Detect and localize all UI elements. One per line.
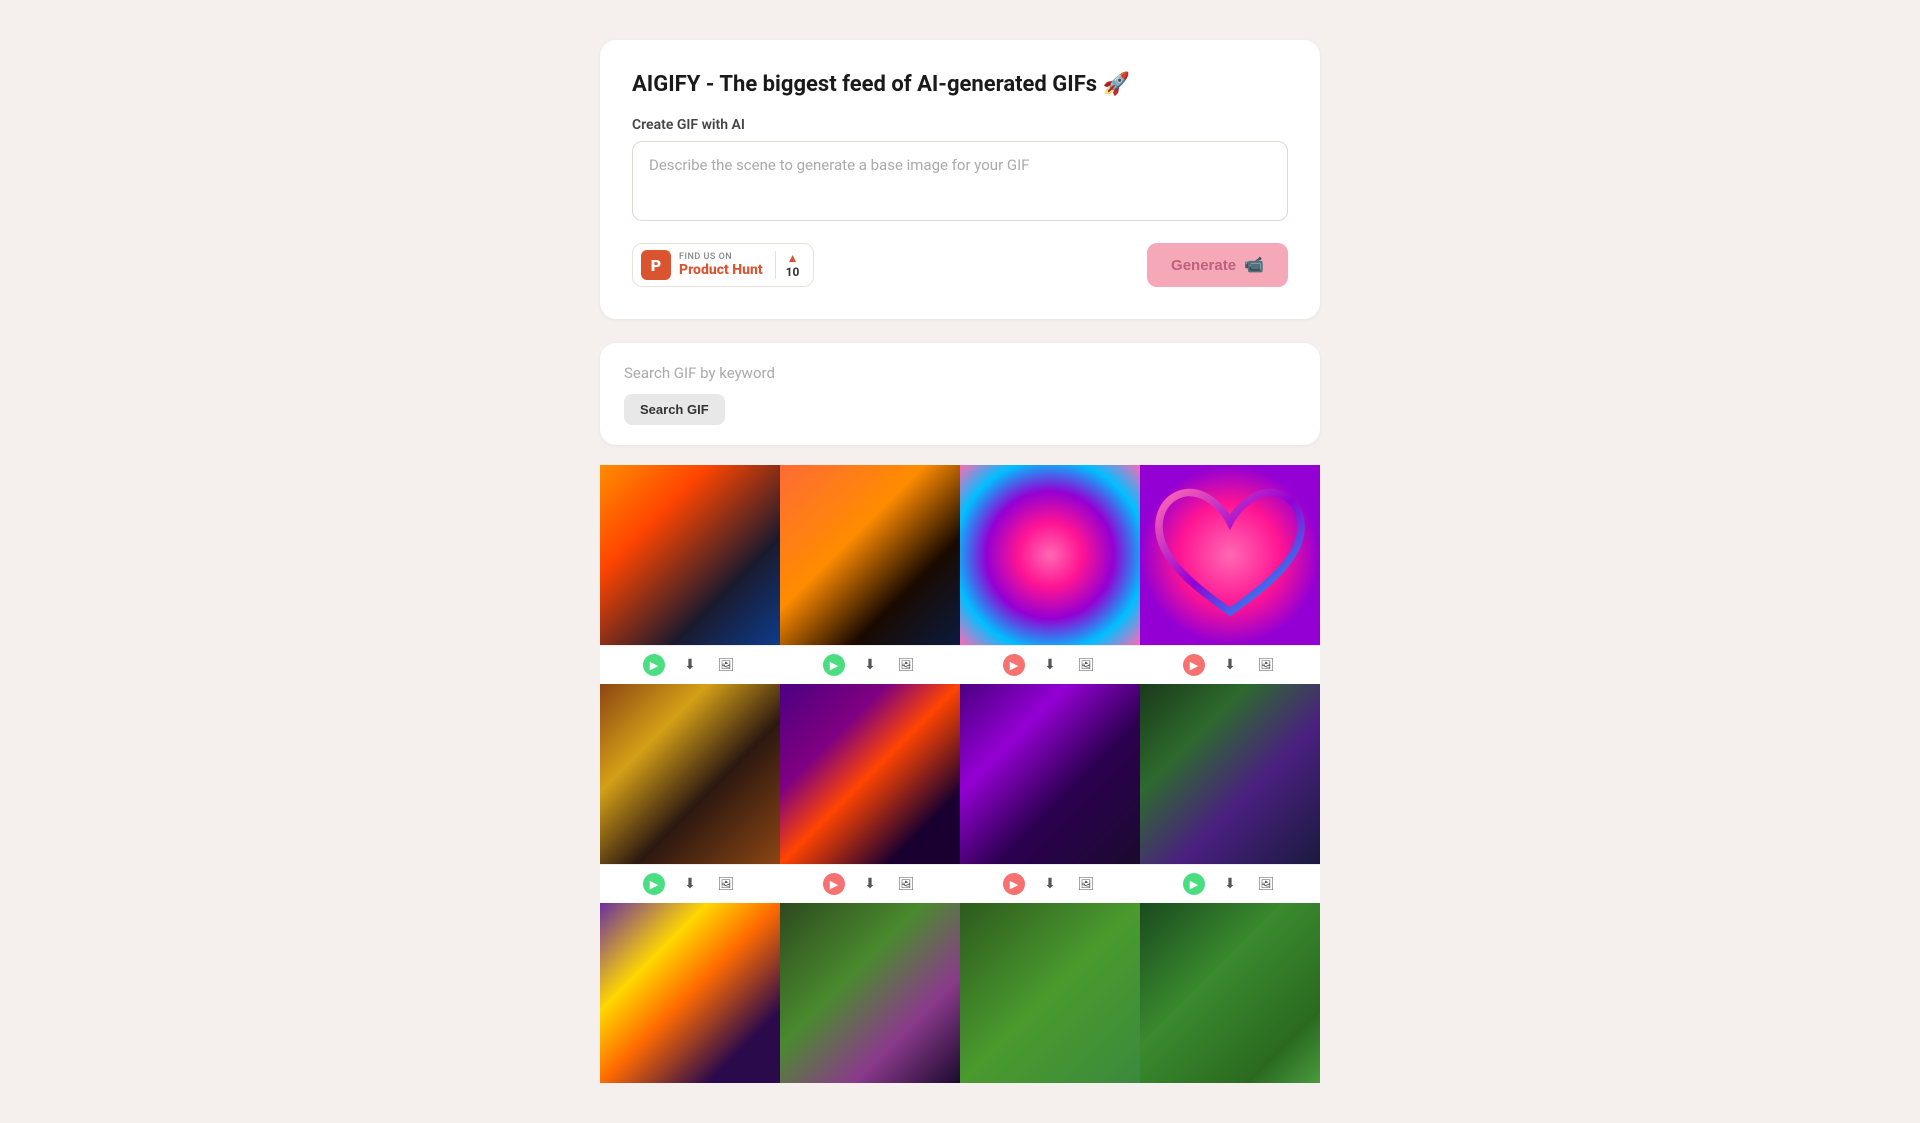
gif-grid: ▶ ⬇ 🖼 ▶ ⬇ 🖼 ▶ ⬇ 🖼 bbox=[600, 465, 1320, 1083]
gif-item: ▶ ⬇ 🖼 bbox=[780, 684, 960, 903]
gif-thumbnail bbox=[960, 465, 1140, 645]
gif-thumbnail bbox=[780, 684, 960, 864]
download-button[interactable]: ⬇ bbox=[679, 654, 701, 676]
gif-actions: ▶ ⬇ 🖼 bbox=[960, 645, 1140, 684]
gif-actions: ▶ ⬇ 🖼 bbox=[600, 645, 780, 684]
image-button[interactable]: 🖼 bbox=[1075, 873, 1097, 895]
gif-description-input[interactable] bbox=[632, 141, 1288, 221]
search-button[interactable]: Search GIF bbox=[624, 394, 725, 425]
image-button[interactable]: 🖼 bbox=[715, 873, 737, 895]
product-hunt-logo: P bbox=[641, 250, 671, 280]
gif-thumbnail bbox=[780, 465, 960, 645]
gif-thumbnail bbox=[600, 465, 780, 645]
play-button[interactable]: ▶ bbox=[643, 654, 665, 676]
gif-actions: ▶ ⬇ 🖼 bbox=[600, 864, 780, 903]
image-button[interactable]: 🖼 bbox=[1255, 654, 1277, 676]
gif-actions: ▶ ⬇ 🖼 bbox=[1140, 645, 1320, 684]
download-button[interactable]: ⬇ bbox=[859, 873, 881, 895]
product-hunt-name: Product Hunt bbox=[679, 262, 763, 278]
gif-thumbnail bbox=[600, 903, 780, 1083]
image-button[interactable]: 🖼 bbox=[895, 873, 917, 895]
gif-item: ▶ ⬇ 🖼 bbox=[1140, 465, 1320, 684]
find-us-label: FIND US ON bbox=[679, 252, 763, 262]
image-button[interactable]: 🖼 bbox=[715, 654, 737, 676]
generate-label: Generate bbox=[1171, 257, 1236, 274]
gif-item: ▶ ⬇ 🖼 bbox=[960, 465, 1140, 684]
gif-actions: ▶ ⬇ 🖼 bbox=[1140, 864, 1320, 903]
play-button[interactable]: ▶ bbox=[1003, 654, 1025, 676]
play-button[interactable]: ▶ bbox=[823, 873, 845, 895]
upvote-arrow-icon: ▲ bbox=[787, 251, 799, 265]
image-button[interactable]: 🖼 bbox=[1075, 654, 1097, 676]
download-button[interactable]: ⬇ bbox=[859, 654, 881, 676]
bottom-row: P FIND US ON Product Hunt ▲ 10 Generate … bbox=[632, 243, 1288, 287]
image-button[interactable]: 🖼 bbox=[895, 654, 917, 676]
gif-thumbnail bbox=[780, 903, 960, 1083]
upvote-count: 10 bbox=[786, 265, 800, 279]
play-button[interactable]: ▶ bbox=[643, 873, 665, 895]
product-hunt-upvote: ▲ 10 bbox=[775, 251, 800, 279]
create-label: Create GIF with AI bbox=[632, 117, 1288, 133]
gif-item bbox=[960, 903, 1140, 1083]
gif-thumbnail bbox=[600, 684, 780, 864]
product-hunt-text: FIND US ON Product Hunt bbox=[679, 252, 763, 278]
play-button[interactable]: ▶ bbox=[823, 654, 845, 676]
gif-actions: ▶ ⬇ 🖼 bbox=[780, 864, 960, 903]
download-button[interactable]: ⬇ bbox=[1219, 654, 1241, 676]
gif-item: ▶ ⬇ 🖼 bbox=[600, 465, 780, 684]
gif-thumbnail bbox=[960, 903, 1140, 1083]
video-camera-icon: 📹 bbox=[1244, 255, 1264, 275]
gif-item: ▶ ⬇ 🖼 bbox=[600, 684, 780, 903]
download-button[interactable]: ⬇ bbox=[679, 873, 701, 895]
gif-item: ▶ ⬇ 🖼 bbox=[1140, 684, 1320, 903]
play-button[interactable]: ▶ bbox=[1183, 873, 1205, 895]
gif-item: ▶ ⬇ 🖼 bbox=[960, 684, 1140, 903]
gif-thumbnail bbox=[1140, 903, 1320, 1083]
play-button[interactable]: ▶ bbox=[1183, 654, 1205, 676]
gif-item bbox=[1140, 903, 1320, 1083]
gif-thumbnail bbox=[960, 684, 1140, 864]
download-button[interactable]: ⬇ bbox=[1039, 873, 1061, 895]
gif-item bbox=[600, 903, 780, 1083]
product-hunt-badge[interactable]: P FIND US ON Product Hunt ▲ 10 bbox=[632, 243, 814, 287]
play-button[interactable]: ▶ bbox=[1003, 873, 1025, 895]
generate-button[interactable]: Generate 📹 bbox=[1147, 243, 1288, 287]
gif-thumbnail bbox=[1140, 684, 1320, 864]
image-button[interactable]: 🖼 bbox=[1255, 873, 1277, 895]
download-button[interactable]: ⬇ bbox=[1219, 873, 1241, 895]
gif-item: ▶ ⬇ 🖼 bbox=[780, 465, 960, 684]
gif-actions: ▶ ⬇ 🖼 bbox=[960, 864, 1140, 903]
main-card: AIGIFY - The biggest feed of AI-generate… bbox=[600, 40, 1320, 319]
download-button[interactable]: ⬇ bbox=[1039, 654, 1061, 676]
search-section: Search GIF bbox=[600, 343, 1320, 445]
search-input[interactable] bbox=[624, 364, 1296, 382]
gif-thumbnail bbox=[1140, 465, 1320, 645]
gif-actions: ▶ ⬇ 🖼 bbox=[780, 645, 960, 684]
gif-item bbox=[780, 903, 960, 1083]
page-title: AIGIFY - The biggest feed of AI-generate… bbox=[632, 72, 1288, 97]
